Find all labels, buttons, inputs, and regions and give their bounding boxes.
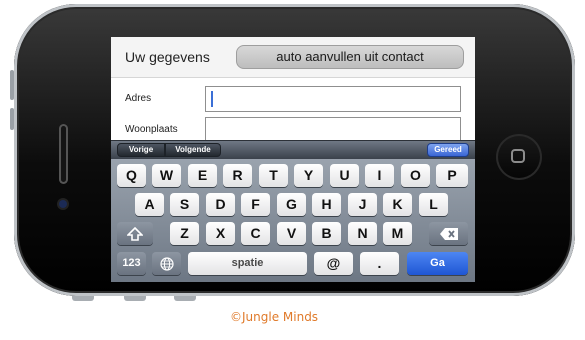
volume-button [10, 108, 14, 130]
key-f[interactable]: F [241, 193, 270, 216]
key-j[interactable]: J [348, 193, 377, 216]
key-o[interactable]: O [401, 164, 430, 187]
key-c[interactable]: C [241, 222, 270, 245]
form-header: Uw gegevens auto aanvullen uit contact [111, 37, 475, 78]
dot-key[interactable]: . [360, 252, 399, 275]
key-i[interactable]: I [365, 164, 394, 187]
globe-icon [159, 257, 174, 271]
key-k[interactable]: K [383, 193, 412, 216]
done-button[interactable]: Gereed [427, 143, 469, 157]
power-button [174, 296, 196, 301]
key-l[interactable]: L [419, 193, 448, 216]
key-x[interactable]: X [206, 222, 235, 245]
key-q[interactable]: Q [117, 164, 146, 187]
key-g[interactable]: G [277, 193, 306, 216]
key-v[interactable]: V [277, 222, 306, 245]
go-key[interactable]: Ga [407, 252, 468, 275]
earpiece-speaker [59, 124, 68, 184]
key-h[interactable]: H [312, 193, 341, 216]
copyright-credit: ©Jungle Minds [230, 310, 319, 324]
volume-up-button [124, 296, 146, 301]
front-camera [59, 200, 67, 208]
backspace-key[interactable] [429, 222, 468, 245]
address-label: Adres [125, 93, 152, 104]
numbers-key[interactable]: 123 [117, 252, 146, 275]
previous-button[interactable]: Vorige [117, 143, 165, 157]
mute-switch [10, 70, 14, 100]
key-u[interactable]: U [330, 164, 359, 187]
next-button[interactable]: Volgende [165, 143, 221, 157]
key-a[interactable]: A [135, 193, 164, 216]
globe-key[interactable] [152, 252, 181, 275]
backspace-icon [439, 228, 458, 241]
autofill-from-contact-button[interactable]: auto aanvullen uit contact [236, 45, 464, 69]
text-caret [211, 91, 213, 107]
home-square-icon [511, 149, 525, 163]
shift-icon [127, 227, 143, 242]
at-key[interactable]: @ [314, 252, 353, 275]
key-w[interactable]: W [152, 164, 181, 187]
screen: Uw gegevens auto aanvullen uit contact A… [111, 37, 475, 282]
key-y[interactable]: Y [294, 164, 323, 187]
key-m[interactable]: M [383, 222, 412, 245]
key-b[interactable]: B [312, 222, 341, 245]
shift-key[interactable] [117, 222, 153, 245]
address-field[interactable] [205, 86, 461, 112]
home-button[interactable] [496, 134, 542, 180]
form-title: Uw gegevens [125, 49, 210, 65]
city-label: Woonplaats [125, 124, 178, 135]
key-r[interactable]: R [223, 164, 252, 187]
key-s[interactable]: S [170, 193, 199, 216]
key-p[interactable]: P [436, 164, 468, 187]
space-key[interactable]: spatie [188, 252, 307, 275]
key-n[interactable]: N [348, 222, 377, 245]
key-d[interactable]: D [206, 193, 235, 216]
keyboard: Q W E R T Y U I O P A S D F G H J K L Z … [111, 159, 475, 282]
key-z[interactable]: Z [170, 222, 199, 245]
key-t[interactable]: T [259, 164, 288, 187]
volume-down-button [72, 296, 94, 301]
key-e[interactable]: E [188, 164, 217, 187]
keyboard-toolbar: Vorige Volgende Gereed [111, 140, 475, 159]
